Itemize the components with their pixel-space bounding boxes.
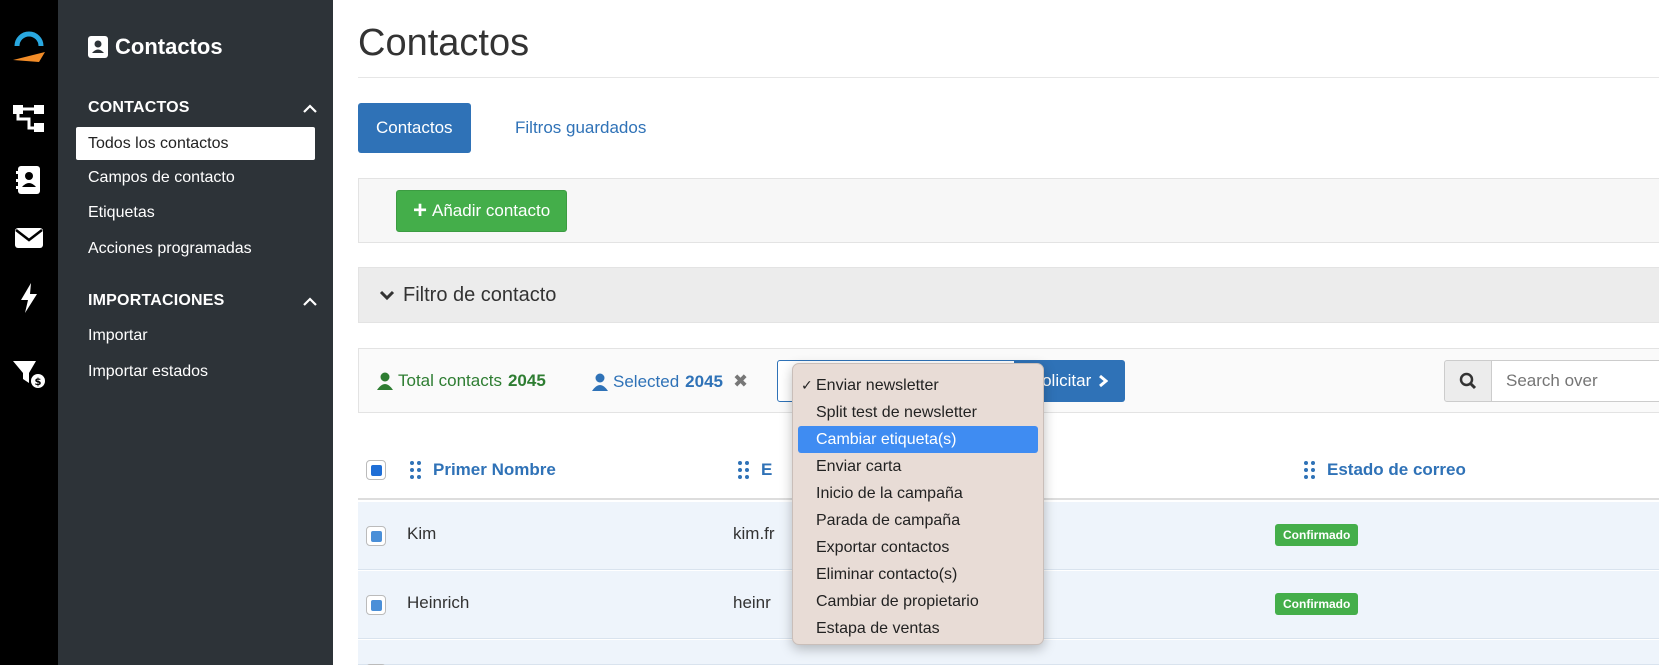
option-label: Parada de campaña [816,511,961,529]
contact-filter-label: Filtro de contacto [403,283,557,306]
column-label: Primer Nombre [433,460,556,479]
sidebar-item-import[interactable]: Importar [76,319,315,352]
selected-contacts-label: Selected [613,371,680,391]
envelope-icon[interactable] [9,218,49,258]
option-label: Exportar contactos [816,538,950,556]
column-label: Estado de correo [1327,460,1466,479]
dropdown-option[interactable]: ✓ Enviar newsletter [798,372,1038,399]
sidebar-title-label: Contactos [115,34,223,59]
column-header-email[interactable]: E [738,460,772,480]
chevron-up-icon[interactable] [302,296,318,306]
drag-handle-icon[interactable] [1304,461,1315,479]
clear-selection-icon[interactable]: ✖ [733,371,748,392]
option-label: Cambiar etiqueta(s) [816,430,957,448]
contacts-book-icon[interactable] [9,160,49,200]
section-label: IMPORTACIONES [88,292,225,309]
contact-filter-toggle[interactable]: Filtro de contacto [359,268,1659,322]
dropdown-option[interactable]: Parada de campaña [798,507,1038,534]
dropdown-option[interactable]: Estapa de ventas [798,615,1038,642]
cell-first-name: Heinrich [407,593,470,612]
sidebar-item-import-states[interactable]: Importar estados [76,355,315,388]
icon-rail: $ [0,0,58,665]
actions-panel: + Añadir contacto [358,178,1659,243]
column-header-mail-status[interactable]: Estado de correo [1304,460,1466,480]
row-checkbox[interactable] [366,595,386,615]
column-label: E [761,460,773,479]
dropdown-option[interactable]: Cambiar de propietario [798,588,1038,615]
add-contact-label: Añadir contacto [432,201,551,220]
cell-email: kim.fr [733,524,775,543]
sidebar: Contactos CONTACTOS Todos los contactos … [58,0,333,665]
section-contactos[interactable]: CONTACTOS [88,99,318,117]
lightning-icon[interactable] [9,278,49,318]
sidebar-item-contact-fields[interactable]: Campos de contacto [76,161,315,194]
option-label: Eliminar contacto(s) [816,565,958,583]
drag-handle-icon[interactable] [410,461,421,479]
sidebar-item-all-contacts[interactable]: Todos los contactos [76,127,315,160]
dropdown-option[interactable]: Inicio de la campaña [798,480,1038,507]
svg-text:$: $ [35,377,42,388]
brand-logo-icon[interactable] [9,26,49,66]
cart-dollar-icon[interactable]: $ [9,354,49,394]
section-importaciones[interactable]: IMPORTACIONES [88,292,318,310]
workflow-icon[interactable] [9,99,49,139]
dropdown-option-highlighted[interactable]: Cambiar etiqueta(s) [798,426,1038,453]
status-badge: Confirmado [1275,593,1359,615]
search-icon [1459,372,1477,390]
column-header-first-name[interactable]: Primer Nombre [410,460,556,480]
dropdown-option[interactable]: Eliminar contacto(s) [798,561,1038,588]
total-contacts-count: 2045 [507,371,546,390]
option-label: Inicio de la campaña [816,484,963,502]
section-label: CONTACTOS [88,99,190,116]
cell-first-name: Kim [407,524,437,543]
contact-card-icon [88,36,108,58]
dropdown-option[interactable]: Exportar contactos [798,534,1038,561]
option-label: Cambiar de propietario [816,592,979,610]
add-contact-button[interactable]: + Añadir contacto [396,190,568,232]
option-label: Enviar newsletter [816,376,939,394]
chevron-right-icon [1099,374,1109,388]
user-icon [592,373,608,391]
select-all-checkbox[interactable] [366,460,386,480]
divider [358,77,1659,78]
search-button[interactable] [1444,360,1492,402]
option-label: Split test de newsletter [816,403,977,421]
dropdown-option[interactable]: Enviar carta [798,453,1038,480]
page-title: Contactos [358,22,530,64]
total-contacts-label: Total contacts [398,371,502,390]
total-contacts: Total contacts 2045 [377,371,546,391]
chevron-up-icon[interactable] [302,103,318,113]
cell-email: heinr [733,593,771,612]
bulk-action-dropdown[interactable]: ✓ Enviar newsletter Split test de newslet… [792,363,1044,645]
tab-contactos[interactable]: Contactos [358,103,471,153]
selected-contacts-count: 2045 [685,371,723,391]
row-checkbox[interactable] [366,526,386,546]
sidebar-item-tags[interactable]: Etiquetas [76,196,315,229]
checkmark-icon: ✓ [801,377,813,393]
tab-saved-filters[interactable]: Filtros guardados [497,103,664,153]
plus-icon: + [413,197,428,224]
sidebar-title: Contactos [88,34,223,60]
sidebar-item-scheduled-actions[interactable]: Acciones programadas [76,232,315,265]
user-icon [377,372,393,390]
option-label: Enviar carta [816,457,902,475]
dropdown-option[interactable]: Split test de newsletter [798,399,1038,426]
drag-handle-icon[interactable] [738,461,749,479]
option-label: Estapa de ventas [816,619,940,637]
status-badge: Confirmado [1275,524,1359,546]
selected-contacts: Selected 2045 ✖ [592,371,748,392]
contact-filter-panel[interactable]: Filtro de contacto [358,267,1659,323]
chevron-down-icon [379,290,395,301]
search-input[interactable] [1491,360,1659,402]
